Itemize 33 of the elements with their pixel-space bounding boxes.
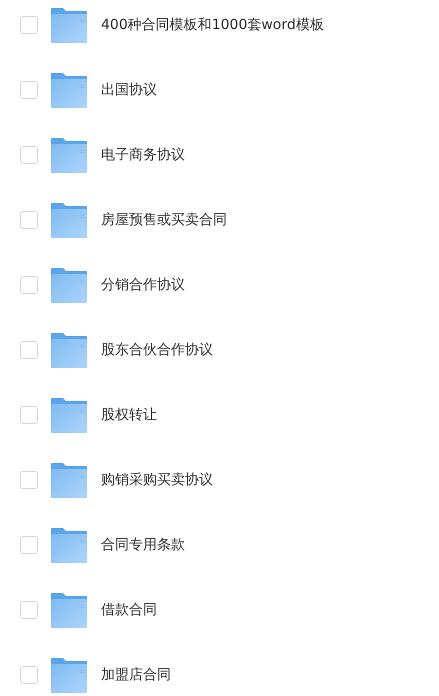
checkbox[interactable] — [20, 146, 38, 164]
folder-name[interactable]: 出国协议 — [101, 80, 157, 98]
checkbox[interactable] — [20, 406, 38, 424]
folder-name[interactable]: 400种合同模板和1000套word模板 — [101, 16, 324, 34]
folder-icon — [51, 332, 87, 368]
folder-icon — [51, 396, 87, 432]
folder-name[interactable]: 购销采购买卖协议 — [101, 470, 213, 488]
folder-name[interactable]: 房屋预售或买卖合同 — [101, 210, 227, 228]
folder-icon — [51, 202, 87, 238]
checkbox[interactable] — [20, 80, 38, 98]
folder-icon — [51, 526, 87, 562]
folder-name[interactable]: 股权转让 — [101, 406, 157, 424]
folder-name[interactable]: 加盟店合同 — [101, 666, 171, 684]
checkbox[interactable] — [20, 600, 38, 618]
folder-name[interactable]: 股东合伙合作协议 — [101, 340, 213, 358]
folder-name[interactable]: 合同专用条款 — [101, 536, 185, 554]
checkbox[interactable] — [20, 666, 38, 684]
folder-icon — [51, 6, 87, 42]
checkbox[interactable] — [20, 470, 38, 488]
checkbox[interactable] — [20, 276, 38, 294]
folder-icon — [51, 592, 87, 628]
folder-icon — [51, 72, 87, 108]
folder-icon — [51, 462, 87, 498]
checkbox[interactable] — [20, 536, 38, 554]
folder-icon — [51, 136, 87, 172]
checkbox[interactable] — [20, 16, 38, 34]
folder-name[interactable]: 电子商务协议 — [101, 146, 185, 164]
folder-name[interactable]: 借款合同 — [101, 600, 157, 618]
checkbox[interactable] — [20, 210, 38, 228]
checkbox[interactable] — [20, 340, 38, 358]
folder-name[interactable]: 分销合作协议 — [101, 276, 185, 294]
folder-icon — [51, 656, 87, 692]
folder-icon — [51, 266, 87, 302]
